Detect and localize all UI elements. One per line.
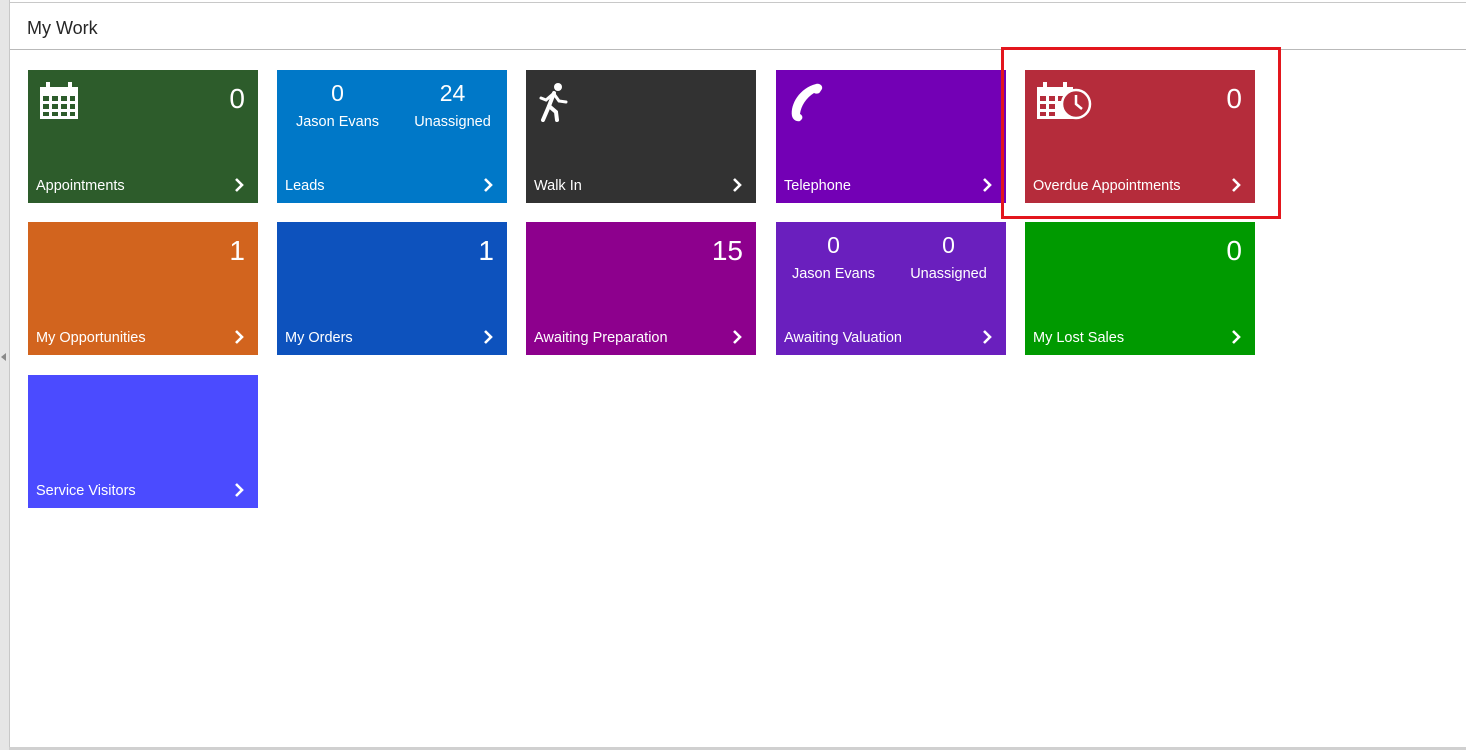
collapse-arrow-icon[interactable] bbox=[1, 353, 6, 361]
page-title: My Work bbox=[27, 18, 98, 38]
orders-count: 1 bbox=[478, 235, 494, 266]
chevron-right-icon bbox=[733, 178, 742, 192]
leads-assigned-column[interactable]: 0 Jason Evans bbox=[280, 80, 395, 131]
left-panel-gutter[interactable] bbox=[0, 0, 10, 750]
overdue-appointments-label: Overdue Appointments bbox=[1033, 178, 1181, 194]
overdue-appointments-count: 0 bbox=[1226, 83, 1242, 114]
page-header: My Work bbox=[10, 3, 1466, 50]
tile-awaiting-preparation[interactable]: 15 Awaiting Preparation bbox=[526, 222, 756, 355]
lost-sales-count: 0 bbox=[1226, 235, 1242, 266]
opportunities-label: My Opportunities bbox=[36, 330, 146, 346]
valuation-assigned-count: 0 bbox=[827, 232, 840, 258]
valuation-unassigned-name: Unassigned bbox=[910, 266, 987, 282]
chevron-right-icon bbox=[1232, 178, 1241, 192]
tile-appointments[interactable]: 0 Appointments bbox=[28, 70, 258, 203]
tile-service-visitors[interactable]: Service Visitors bbox=[28, 375, 258, 508]
valuation-unassigned-count: 0 bbox=[942, 232, 955, 258]
tile-leads[interactable]: 0 Jason Evans 24 Unassigned Leads bbox=[277, 70, 507, 203]
chevron-right-icon bbox=[983, 330, 992, 344]
valuation-unassigned-column[interactable]: 0 Unassigned bbox=[891, 232, 1006, 283]
opportunities-count: 1 bbox=[229, 235, 245, 266]
chevron-right-icon bbox=[235, 330, 244, 344]
tile-overdue-appointments[interactable]: 0 Overdue Appointments bbox=[1025, 70, 1255, 203]
calendar-icon bbox=[40, 82, 78, 119]
chevron-right-icon bbox=[484, 178, 493, 192]
appointments-count: 0 bbox=[229, 83, 245, 114]
chevron-right-icon bbox=[235, 483, 244, 497]
leads-label: Leads bbox=[285, 178, 325, 194]
walking-person-icon bbox=[539, 83, 568, 122]
chevron-right-icon bbox=[1232, 330, 1241, 344]
tile-telephone[interactable]: Telephone bbox=[776, 70, 1006, 203]
awaiting-preparation-count: 15 bbox=[711, 235, 743, 266]
appointments-label: Appointments bbox=[36, 178, 125, 194]
leads-unassigned-name: Unassigned bbox=[414, 114, 491, 130]
orders-label: My Orders bbox=[285, 330, 353, 346]
service-visitors-label: Service Visitors bbox=[36, 483, 136, 499]
chevron-right-icon bbox=[983, 178, 992, 192]
valuation-assigned-column[interactable]: 0 Jason Evans bbox=[776, 232, 891, 283]
chevron-right-icon bbox=[484, 330, 493, 344]
valuation-assigned-name: Jason Evans bbox=[791, 266, 876, 282]
telephone-label: Telephone bbox=[784, 178, 851, 194]
awaiting-preparation-label: Awaiting Preparation bbox=[534, 330, 668, 346]
chevron-right-icon bbox=[235, 178, 244, 192]
leads-assigned-count: 0 bbox=[331, 80, 344, 106]
leads-unassigned-column[interactable]: 24 Unassigned bbox=[395, 80, 510, 131]
leads-unassigned-count: 24 bbox=[439, 80, 466, 106]
tile-my-orders[interactable]: 1 My Orders bbox=[277, 222, 507, 355]
awaiting-valuation-label: Awaiting Valuation bbox=[784, 330, 902, 346]
calendar-clock-icon bbox=[1037, 82, 1092, 120]
chevron-right-icon bbox=[733, 330, 742, 344]
phone-handset-icon bbox=[791, 83, 823, 122]
tile-awaiting-valuation[interactable]: 0 Jason Evans 0 Unassigned Awaiting Valu… bbox=[776, 222, 1006, 355]
leads-assigned-name: Jason Evans bbox=[295, 114, 380, 130]
lost-sales-label: My Lost Sales bbox=[1033, 330, 1125, 346]
tile-my-lost-sales[interactable]: 0 My Lost Sales bbox=[1025, 222, 1255, 355]
tile-walk-in[interactable]: Walk In bbox=[526, 70, 756, 203]
walk-in-label: Walk In bbox=[534, 178, 582, 194]
tile-my-opportunities[interactable]: 1 My Opportunities bbox=[28, 222, 258, 355]
